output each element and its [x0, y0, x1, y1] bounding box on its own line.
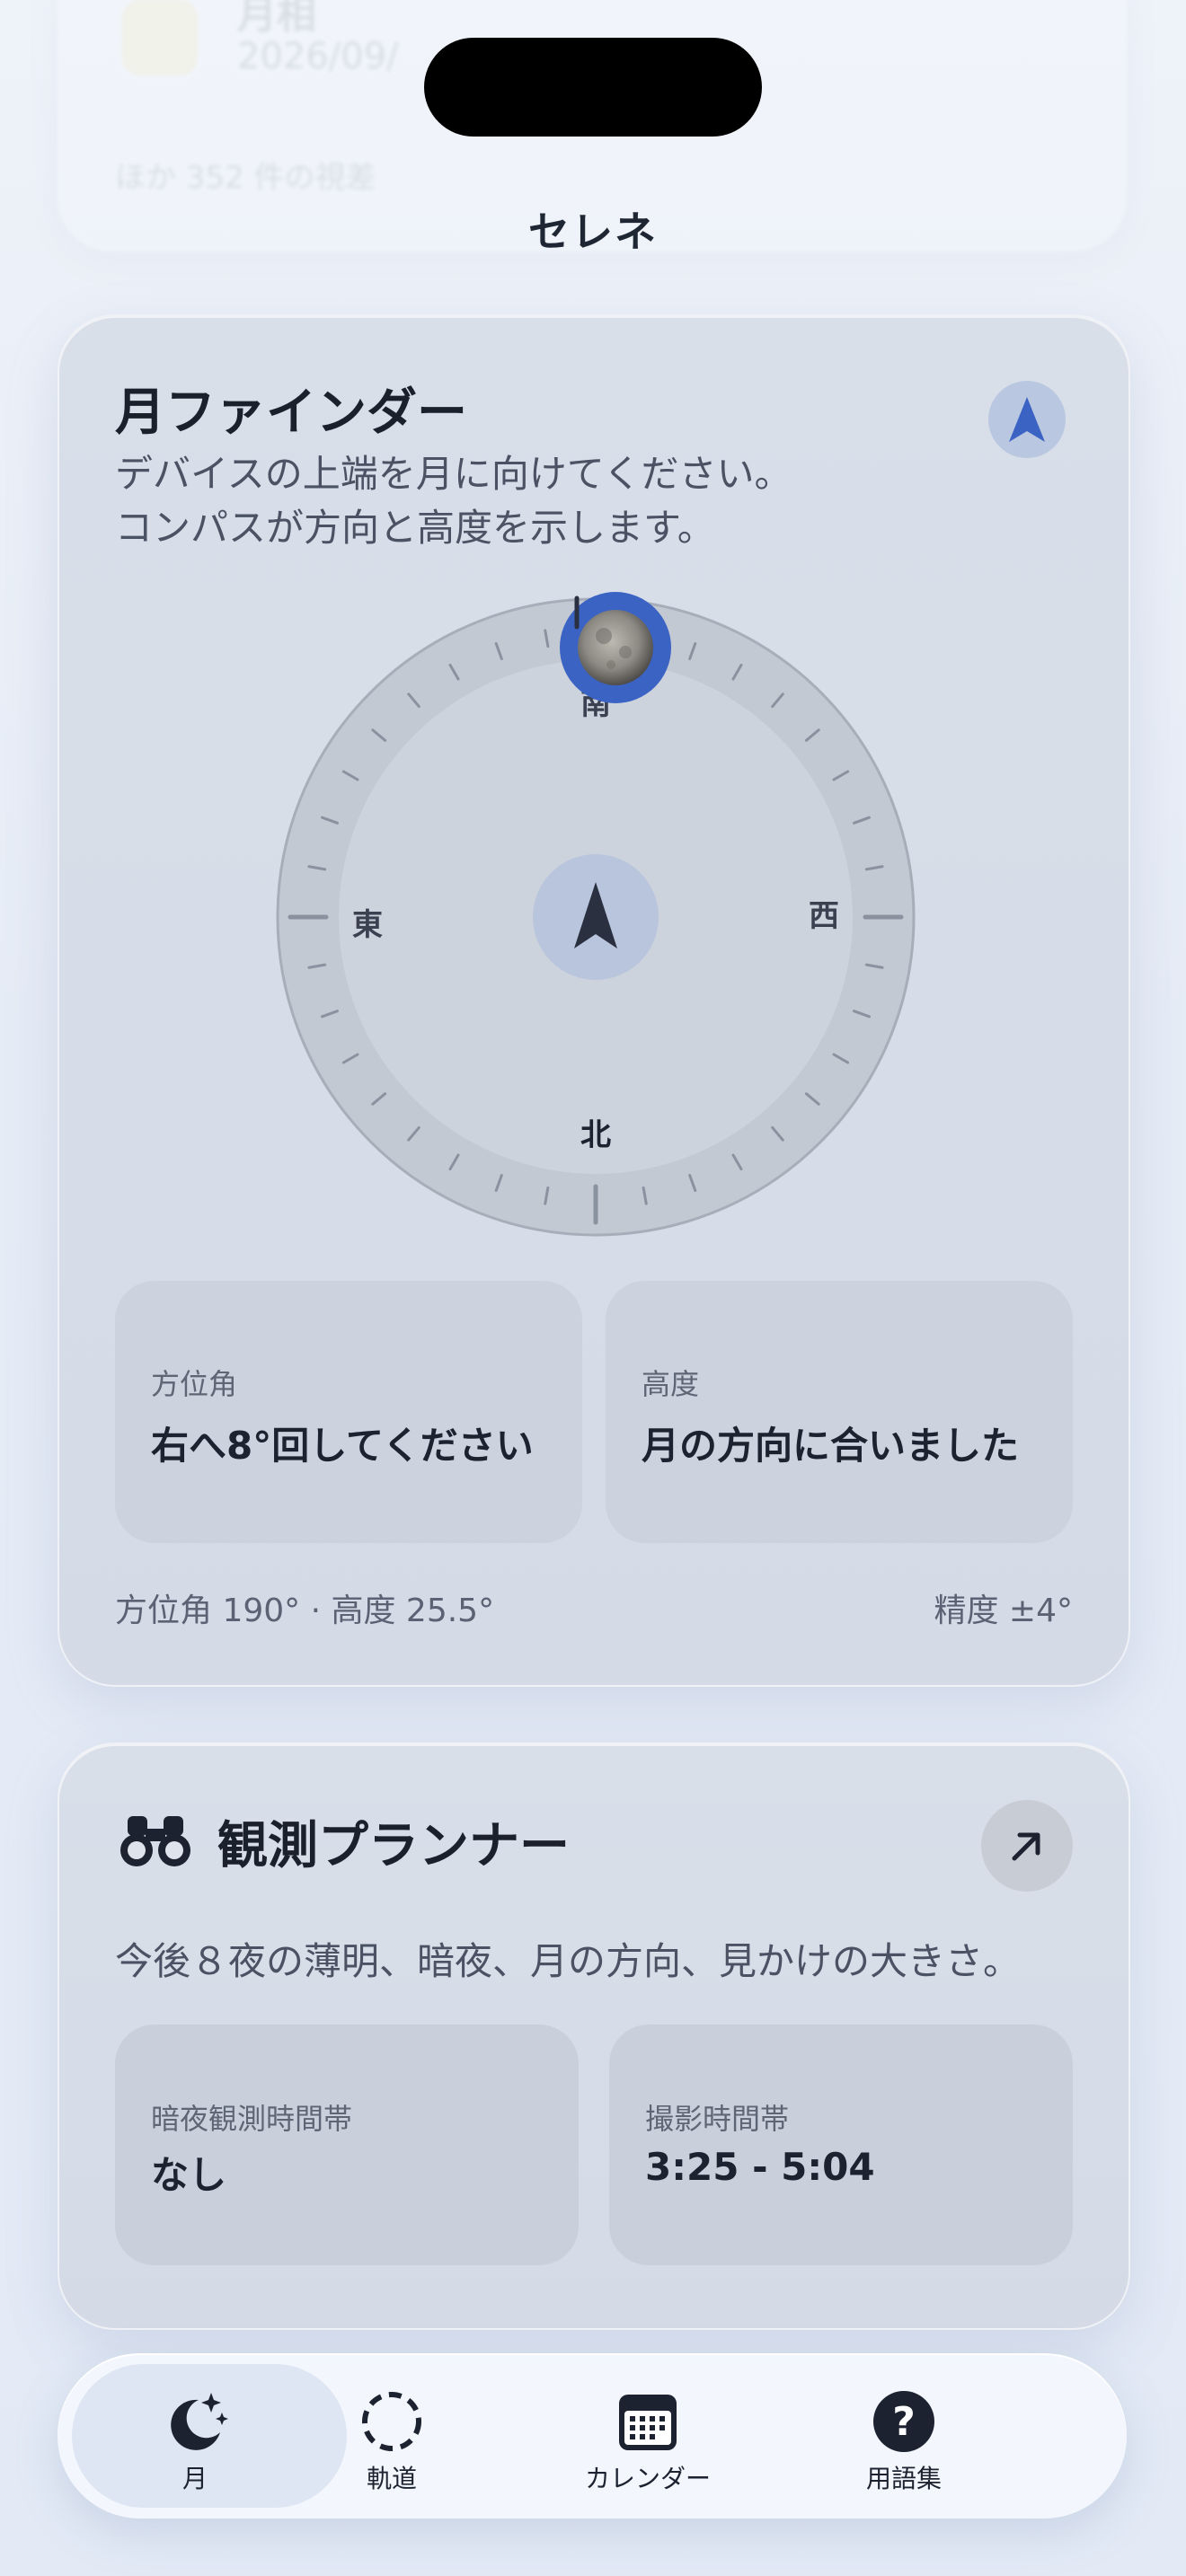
app-title: セレネ	[528, 207, 658, 256]
moon-finder-title: 月ファインダー	[115, 384, 467, 442]
navigation-button[interactable]	[988, 381, 1066, 458]
tab-bar: 月 軌道 カレンダー ? 用語集	[58, 2353, 1127, 2519]
tab-label: 用語集	[865, 2464, 942, 2493]
direction-east-label: 東	[352, 907, 383, 943]
previous-card-note: ほか 352 件の視差	[115, 160, 376, 196]
observation-planner-card[interactable]: 観測プランナー 今後８夜の薄明、暗夜、月の方向、見かけの大きさ。 暗夜観測時間帯…	[58, 1742, 1130, 2330]
azimuth-label: 方位角	[151, 1367, 238, 1401]
calendar-icon	[619, 2395, 677, 2450]
question-icon: ?	[873, 2391, 934, 2452]
tab-calendar[interactable]: カレンダー	[518, 2353, 778, 2519]
dark-window-value: なし	[151, 2153, 227, 2197]
moon-phase-icon	[122, 0, 198, 75]
dynamic-island	[424, 38, 762, 137]
dashed-circle-icon	[362, 2392, 421, 2451]
accuracy-readout: 精度 ±4°	[934, 1592, 1073, 1629]
tab-label: 軌道	[366, 2464, 417, 2493]
altitude-box: 高度 月の方向に合いました	[606, 1281, 1073, 1543]
svg-text:?: ?	[892, 2399, 916, 2445]
tab-label: カレンダー	[584, 2464, 711, 2493]
photo-window-value: 3:25 - 5:04	[645, 2145, 875, 2189]
azimuth-box: 方位角 右へ8°回してください	[115, 1281, 582, 1543]
photo-window-label: 撮影時間帯	[645, 2102, 790, 2136]
binoculars-icon	[120, 1816, 190, 1866]
altitude-label: 高度	[642, 1367, 700, 1401]
direction-west-label: 西	[809, 898, 839, 934]
azimuth-instruction: 右へ8°回してください	[151, 1424, 534, 1468]
navigation-arrow-icon	[1009, 397, 1045, 442]
previous-card-title: 月相	[237, 0, 316, 38]
open-planner-button[interactable]	[981, 1800, 1073, 1892]
moon-finder-card: 月ファインダー デバイスの上端を月に向けてください。 コンパスが方向と高度を示し…	[58, 314, 1130, 1687]
position-readout: 方位角 190° · 高度 25.5°	[115, 1592, 495, 1629]
planner-description: 今後８夜の薄明、暗夜、月の方向、見かけの大きさ。	[115, 1939, 1022, 1983]
arrow-up-right-icon	[1012, 1832, 1040, 1861]
dark-window-box: 暗夜観測時間帯 なし	[115, 2025, 579, 2265]
moon-finder-description-1: デバイスの上端を月に向けてください。	[115, 452, 792, 496]
planner-title: 観測プランナー	[217, 1817, 570, 1875]
direction-north-label: 北	[580, 1117, 611, 1153]
photo-window-box: 撮影時間帯 3:25 - 5:04	[609, 2025, 1073, 2265]
altitude-status: 月の方向に合いました	[642, 1424, 1020, 1468]
previous-card-date: 2026/09/	[237, 36, 399, 77]
moon-stars-icon	[171, 2393, 228, 2450]
moon-finder-description-2: コンパスが方向と高度を示します。	[115, 506, 715, 550]
tab-glossary[interactable]: ? 用語集	[774, 2353, 1034, 2519]
dark-window-label: 暗夜観測時間帯	[151, 2102, 353, 2136]
tab-orbit[interactable]: 軌道	[261, 2353, 522, 2519]
compass-dial: 南 東 西 北	[275, 592, 916, 1238]
moon-position-marker	[560, 592, 671, 703]
